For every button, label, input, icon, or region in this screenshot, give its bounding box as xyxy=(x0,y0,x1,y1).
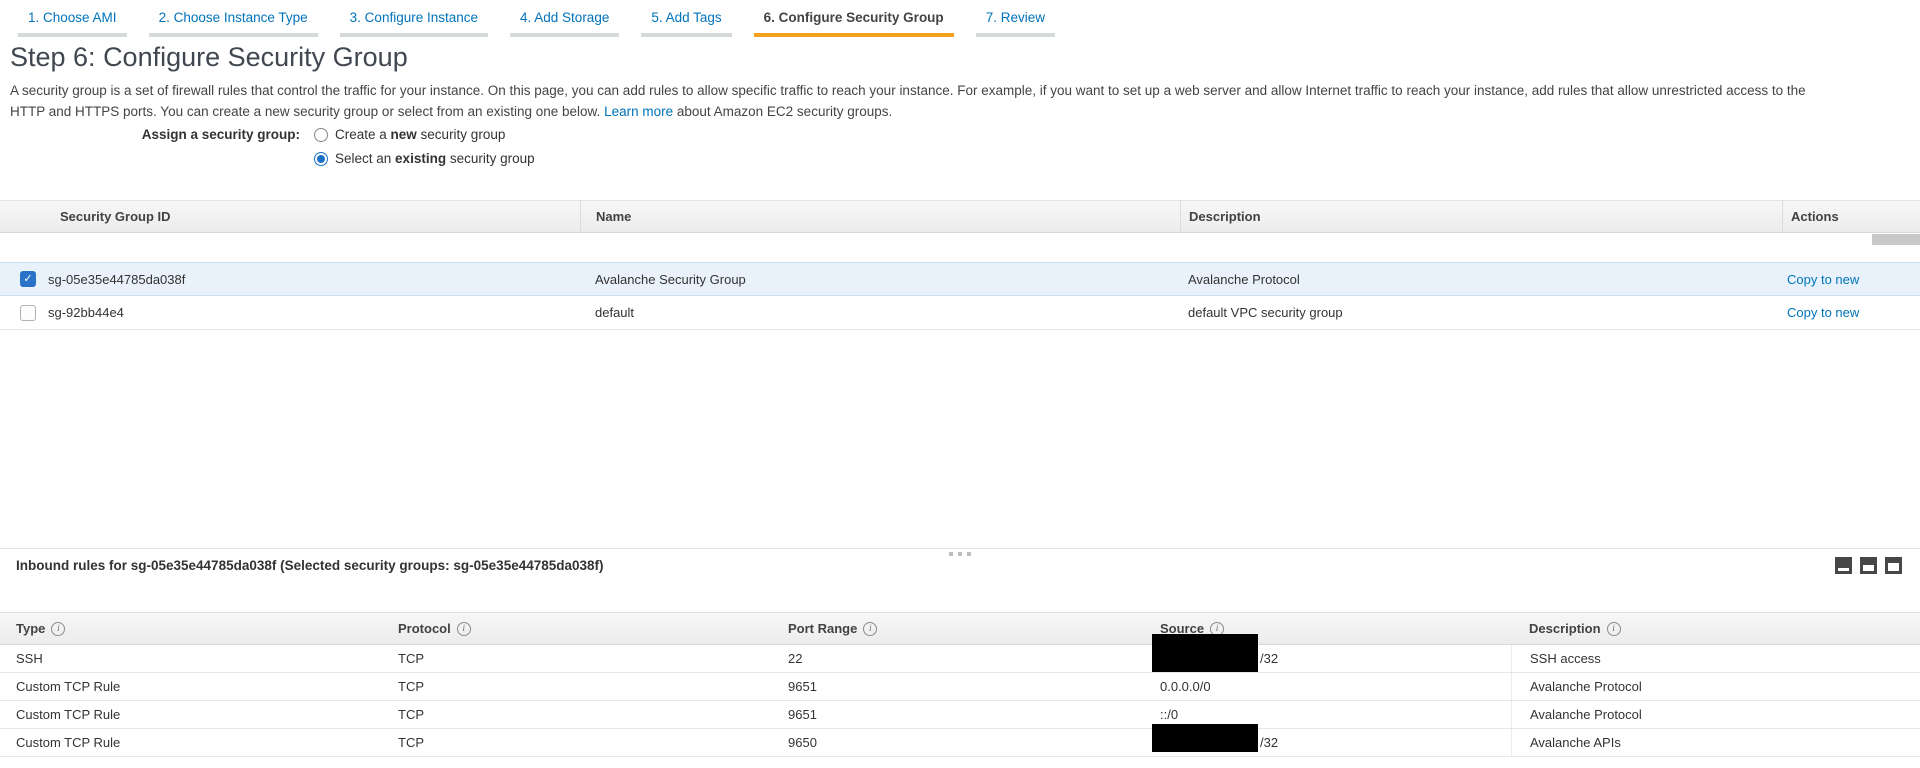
security-groups-table-body: sg-05e35e44785da038f Avalanche Security … xyxy=(0,262,1920,330)
rule-source: 0.0.0.0/0 xyxy=(1144,673,1511,700)
assign-security-group-options: Create a new security group Select an ex… xyxy=(314,127,535,175)
rule-port: 9651 xyxy=(772,701,1144,728)
inbound-rules-table-header: Type i Protocol i Port Range i Source i … xyxy=(0,612,1920,645)
redacted-ip-block xyxy=(1152,634,1258,672)
security-groups-table: Security Group ID Name Description Actio… xyxy=(0,200,1920,330)
copy-to-new-link[interactable]: Copy to new xyxy=(1787,272,1859,287)
pane-size-large-icon[interactable] xyxy=(1885,557,1902,574)
redacted-ip-block xyxy=(1152,724,1258,752)
header-rule-description: Description i xyxy=(1511,613,1920,644)
inbound-rule-row-9651-ipv6: Custom TCP Rule TCP 9651 ::/0 Avalanche … xyxy=(0,701,1920,729)
splitter-dot-icon xyxy=(967,552,971,556)
radio-create-new-label: Create a new security group xyxy=(335,127,505,142)
sg-name-value: Avalanche Security Group xyxy=(580,272,1180,287)
rule-protocol: TCP xyxy=(382,673,772,700)
splitter-dot-icon xyxy=(949,552,953,556)
rule-type: Custom TCP Rule xyxy=(0,701,382,728)
tab-add-storage[interactable]: 4. Add Storage xyxy=(510,8,619,37)
sg-name-value: default xyxy=(580,305,1180,320)
header-protocol: Protocol i xyxy=(382,613,772,644)
scrollbar-thumb[interactable] xyxy=(1872,234,1920,245)
table-row-default-security-group[interactable]: sg-92bb44e4 default default VPC security… xyxy=(0,296,1920,330)
rule-source: /32 xyxy=(1144,645,1511,672)
pane-size-medium-icon[interactable] xyxy=(1860,557,1877,574)
table-row-avalanche-security-group[interactable]: sg-05e35e44785da038f Avalanche Security … xyxy=(0,262,1920,296)
inbound-rules-title: Inbound rules for sg-05e35e44785da038f (… xyxy=(16,558,604,573)
pane-size-small-icon[interactable] xyxy=(1835,557,1852,574)
wizard-step-tabs: 1. Choose AMI 2. Choose Instance Type 3.… xyxy=(18,8,1077,37)
rule-port: 9651 xyxy=(772,673,1144,700)
sg-id-value: sg-92bb44e4 xyxy=(45,305,580,320)
rule-protocol: TCP xyxy=(382,645,772,672)
tab-configure-instance[interactable]: 3. Configure Instance xyxy=(340,8,488,37)
inbound-rules-bar: Inbound rules for sg-05e35e44785da038f (… xyxy=(16,557,1902,574)
header-description[interactable]: Description xyxy=(1180,201,1782,232)
tab-choose-ami[interactable]: 1. Choose AMI xyxy=(18,8,127,37)
radio-unselected-icon[interactable] xyxy=(314,128,328,142)
header-name[interactable]: Name xyxy=(580,201,1180,232)
radio-select-existing-label: Select an existing security group xyxy=(335,151,535,166)
inbound-rules-table: Type i Protocol i Port Range i Source i … xyxy=(0,612,1920,757)
description-line1: A security group is a set of firewall ru… xyxy=(10,83,1806,98)
header-checkbox-column xyxy=(0,201,45,232)
tab-add-tags[interactable]: 5. Add Tags xyxy=(641,8,731,37)
inbound-rule-row-ssh: SSH TCP 22 /32 SSH access xyxy=(0,645,1920,673)
radio-selected-icon[interactable] xyxy=(314,152,328,166)
rule-description: Avalanche APIs xyxy=(1511,729,1920,756)
tab-choose-instance-type[interactable]: 2. Choose Instance Type xyxy=(149,8,318,37)
pane-size-controls xyxy=(1835,557,1902,574)
inbound-rule-row-9651-ipv4: Custom TCP Rule TCP 9651 0.0.0.0/0 Avala… xyxy=(0,673,1920,701)
rule-port: 22 xyxy=(772,645,1144,672)
rule-description: Avalanche Protocol xyxy=(1511,673,1920,700)
splitter-dot-icon xyxy=(958,552,962,556)
ec2-launch-wizard-page: 1. Choose AMI 2. Choose Instance Type 3.… xyxy=(0,0,1920,768)
learn-more-link[interactable]: Learn more xyxy=(604,104,673,119)
checkbox-checked-icon[interactable] xyxy=(20,271,36,287)
inbound-rule-row-9650: Custom TCP Rule TCP 9650 /32 Avalanche A… xyxy=(0,729,1920,757)
rule-description: Avalanche Protocol xyxy=(1511,701,1920,728)
rule-type: Custom TCP Rule xyxy=(0,673,382,700)
header-actions: Actions xyxy=(1782,201,1920,232)
checkbox-unchecked-icon[interactable] xyxy=(20,305,36,321)
radio-select-existing-group[interactable]: Select an existing security group xyxy=(314,151,535,166)
sg-description-value: Avalanche Protocol xyxy=(1180,272,1782,287)
assign-security-group-label: Assign a security group: xyxy=(0,127,300,175)
pane-splitter-handle[interactable] xyxy=(0,548,1920,556)
page-title: Step 6: Configure Security Group xyxy=(10,42,408,73)
info-icon[interactable]: i xyxy=(1607,622,1621,636)
radio-create-new-group[interactable]: Create a new security group xyxy=(314,127,535,142)
info-icon[interactable]: i xyxy=(51,622,65,636)
security-groups-table-header: Security Group ID Name Description Actio… xyxy=(0,200,1920,233)
copy-to-new-link[interactable]: Copy to new xyxy=(1787,305,1859,320)
sg-id-value: sg-05e35e44785da038f xyxy=(45,272,580,287)
info-icon[interactable]: i xyxy=(457,622,471,636)
info-icon[interactable]: i xyxy=(863,622,877,636)
rule-source: /32 xyxy=(1144,729,1511,756)
assign-security-group-field: Assign a security group: Create a new se… xyxy=(0,127,535,175)
rule-port: 9650 xyxy=(772,729,1144,756)
tab-review[interactable]: 7. Review xyxy=(976,8,1055,37)
header-port-range: Port Range i xyxy=(772,613,1144,644)
rule-protocol: TCP xyxy=(382,729,772,756)
description-line2-tail: about Amazon EC2 security groups. xyxy=(673,104,892,119)
rule-type: Custom TCP Rule xyxy=(0,729,382,756)
header-type: Type i xyxy=(0,613,382,644)
rule-protocol: TCP xyxy=(382,701,772,728)
page-description: A security group is a set of firewall ru… xyxy=(10,80,1910,122)
description-line2: HTTP and HTTPS ports. You can create a n… xyxy=(10,104,604,119)
sg-description-value: default VPC security group xyxy=(1180,305,1782,320)
rule-description: SSH access xyxy=(1511,645,1920,672)
header-security-group-id[interactable]: Security Group ID xyxy=(45,201,580,232)
tab-configure-security-group[interactable]: 6. Configure Security Group xyxy=(754,8,954,37)
rule-type: SSH xyxy=(0,645,382,672)
